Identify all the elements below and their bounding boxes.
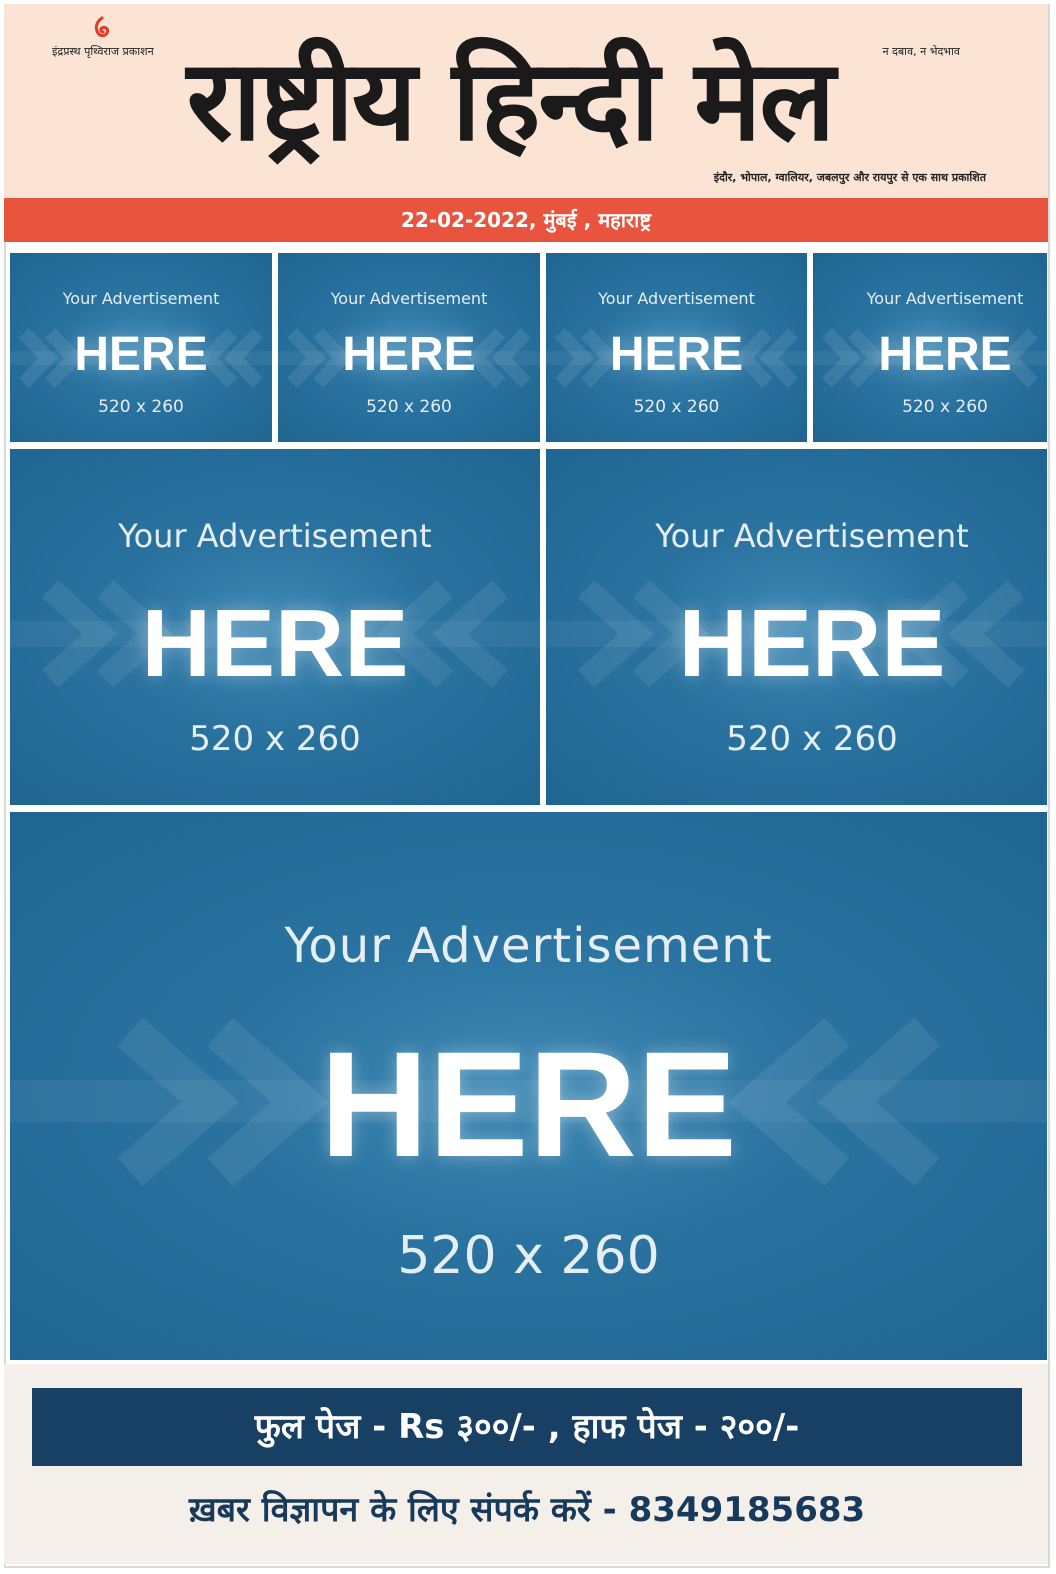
ad-line-size: 520 x 260 <box>726 719 898 759</box>
ad-line-your-advertisement: Your Advertisement <box>330 289 488 308</box>
ad-line-size: 520 x 260 <box>633 397 720 417</box>
ad-slot-small-4[interactable]: Your Advertisement HERE 520 x 260 <box>813 253 1047 442</box>
ad-slot-medium-1[interactable]: Your Advertisement HERE 520 x 260 <box>10 449 540 805</box>
ad-line-here: HERE <box>678 590 946 697</box>
ad-line-your-advertisement: Your Advertisement <box>284 918 773 974</box>
newspaper-title: राष्ट्रीय हिन्दी मेल <box>186 36 836 166</box>
ad-line-size: 520 x 260 <box>397 1226 660 1286</box>
ad-line-size: 520 x 260 <box>98 397 184 417</box>
ad-line-size: 520 x 260 <box>366 397 452 417</box>
ad-rates-bar: फुल पेज - Rs ३००/- , हाफ पेज - २००/- <box>32 1388 1022 1466</box>
contact-line[interactable]: ख़बर विज्ञापन के लिए संपर्क करें - 83491… <box>32 1480 1022 1540</box>
ad-line-here: HERE <box>609 328 744 381</box>
ad-slot-medium-2[interactable]: Your Advertisement HERE 520 x 260 <box>546 449 1047 805</box>
editions-line: इंदौर, भोपाल, ग्वालियर, जबलपुर और रायपुर… <box>713 171 986 184</box>
ad-slot-small-2[interactable]: Your Advertisement HERE 520 x 260 <box>278 253 540 442</box>
ad-line-here: HERE <box>342 328 476 381</box>
ad-slot-large[interactable]: Your Advertisement HERE 520 x 260 <box>10 812 1047 1360</box>
ad-slot-small-3[interactable]: Your Advertisement HERE 520 x 260 <box>546 253 807 442</box>
ad-line-here: HERE <box>320 1020 737 1188</box>
masthead: इंद्रप्रस्थ पृथ्विराज प्रकाशन न दबाव, न … <box>4 4 1048 198</box>
ad-line-size: 520 x 260 <box>189 719 361 759</box>
ad-line-here: HERE <box>74 328 208 381</box>
ad-line-your-advertisement: Your Advertisement <box>866 289 1024 308</box>
ad-line-your-advertisement: Your Advertisement <box>655 517 969 555</box>
ad-line-here: HERE <box>878 328 1012 381</box>
dateline-bar: 22-02-2022, मुंबई , महाराष्ट्र <box>4 198 1048 242</box>
ad-line-here: HERE <box>141 590 409 697</box>
ad-line-your-advertisement: Your Advertisement <box>598 289 755 308</box>
ad-line-your-advertisement: Your Advertisement <box>62 289 220 308</box>
ad-slot-small-1[interactable]: Your Advertisement HERE 520 x 260 <box>10 253 272 442</box>
ad-line-size: 520 x 260 <box>902 397 988 417</box>
ad-line-your-advertisement: Your Advertisement <box>118 517 432 555</box>
